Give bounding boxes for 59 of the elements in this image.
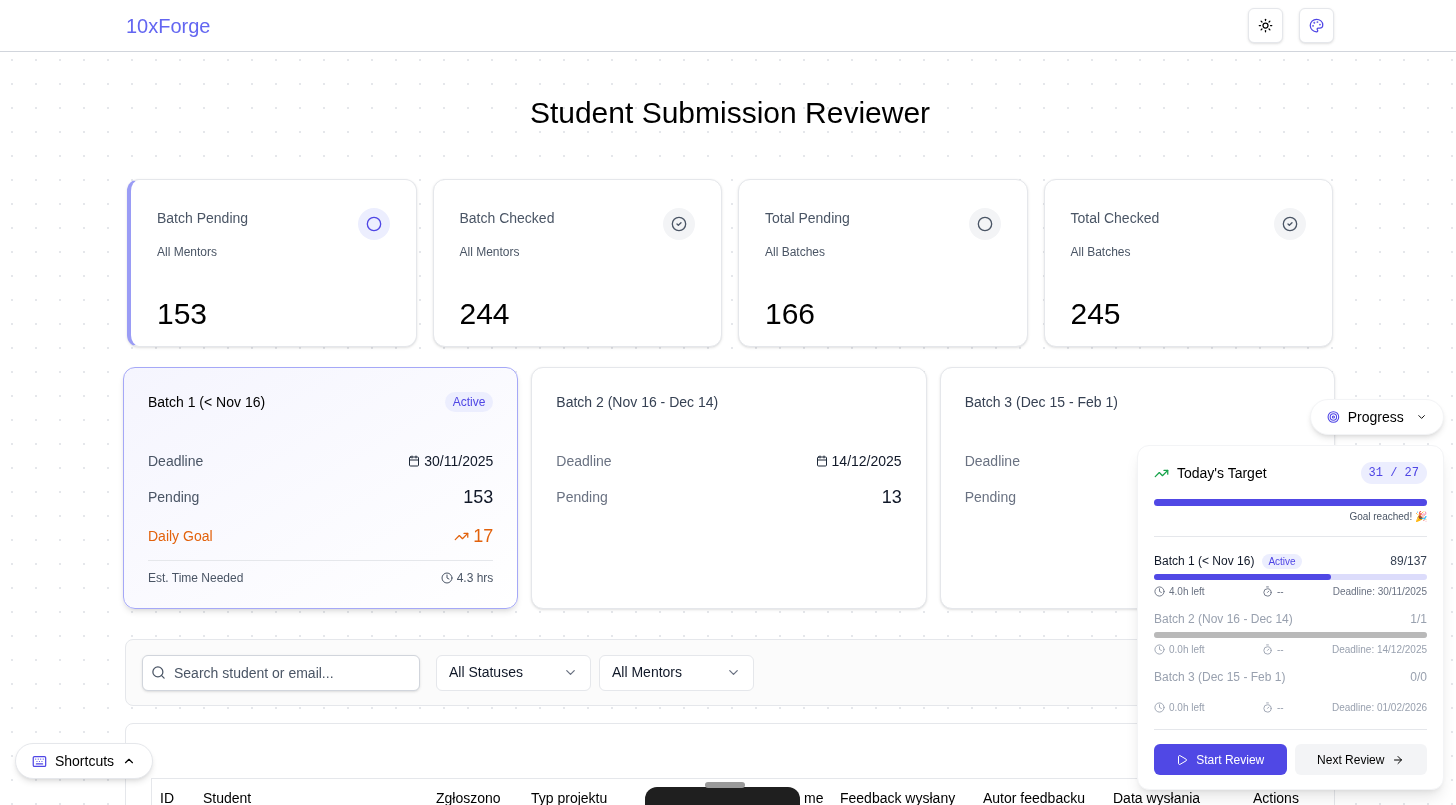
stat-label: Batch Pending (157, 209, 249, 228)
timer-value: -- (1277, 701, 1284, 715)
column-header: me (804, 789, 825, 805)
stat-subtitle: All Mentors (459, 244, 521, 261)
column-header: Feedback wysłany (840, 789, 957, 805)
stat-subtitle: All Batches (1070, 244, 1132, 261)
timer-value: -- (1277, 585, 1284, 599)
column-header: Actions (1253, 789, 1300, 805)
deadline-label: Deadline (148, 451, 204, 471)
batch-name: Batch 3 (Dec 15 - Feb 1) (1154, 669, 1286, 686)
target-count: 31 / 27 (1360, 462, 1427, 484)
time-value: 4.3 hrs (456, 570, 494, 587)
timer-value: -- (1277, 643, 1284, 657)
stat-label: Batch Checked (459, 209, 555, 228)
time-left: 4.0h left (1169, 585, 1205, 599)
batch-count: 1/1 (1410, 611, 1427, 628)
deadline-date: 30/11/2025 (424, 451, 494, 471)
daily-goal-label: Daily Goal (148, 526, 213, 546)
column-header: Zgłoszono (436, 789, 502, 805)
deadline-date: 14/12/2025 (831, 451, 902, 471)
column-header: Student (203, 789, 253, 805)
stat-value: 166 (765, 296, 817, 332)
batch-title: Batch 1 (< Nov 16) (148, 392, 266, 412)
panel-title: Today's Target (1177, 463, 1267, 483)
stat-value: 244 (459, 296, 511, 332)
time-label: Est. Time Needed (148, 570, 244, 587)
page-title: Student Submission Reviewer (528, 95, 932, 131)
batch-count: 0/0 (1410, 669, 1427, 686)
column-header: Data wysłania (1113, 789, 1202, 805)
pending-count: 153 (463, 485, 494, 509)
stat-label: Total Pending (765, 209, 850, 228)
status-badge: Active (1262, 553, 1302, 569)
deadline-label: Deadline (964, 451, 1020, 471)
goal-note: Goal reached! 🎉 (1349, 510, 1427, 524)
stat-value: 245 (1070, 296, 1122, 332)
status-badge: Active (444, 392, 494, 412)
batch-name: Batch 1 (< Nov 16) (1154, 553, 1255, 570)
batch-name: Batch 2 (Nov 16 - Dec 14) (1154, 611, 1293, 628)
deadline-label: Deadline (556, 451, 612, 471)
stat-subtitle: All Mentors (157, 244, 219, 261)
column-header: ID (159, 789, 175, 805)
pending-label: Pending (148, 487, 200, 507)
daily-goal-value: 17 (473, 524, 494, 548)
batch-deadline: Deadline: 14/12/2025 (1331, 643, 1427, 657)
batch-deadline: Deadline: 01/02/2026 (1331, 701, 1427, 715)
batch-title: Batch 2 (Nov 16 - Dec 14) (556, 392, 719, 412)
pending-label: Pending (964, 487, 1017, 507)
column-header: Autor feedbacku (983, 789, 1086, 805)
stat-subtitle: All Batches (765, 244, 827, 261)
batch-deadline: Deadline: 30/11/2025 (1332, 585, 1427, 599)
stat-value: 153 (157, 296, 209, 332)
time-left: 0.0h left (1169, 643, 1205, 657)
pending-count: 13 (881, 485, 902, 509)
time-left: 0.0h left (1169, 701, 1205, 715)
pending-label: Pending (556, 487, 608, 507)
column-header: Typ projektu (531, 789, 609, 805)
batch-title: Batch 3 (Dec 15 - Feb 1) (964, 392, 1118, 412)
batch-count: 89/137 (1390, 553, 1427, 570)
stat-label: Total Checked (1070, 209, 1160, 228)
